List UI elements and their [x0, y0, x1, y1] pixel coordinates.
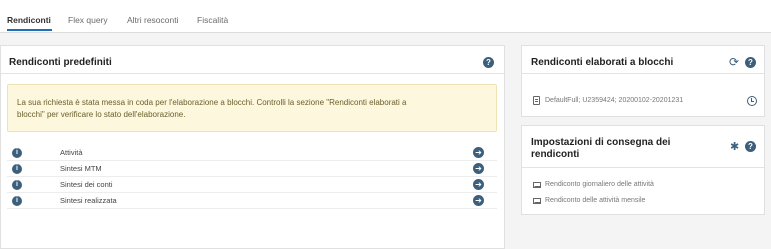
report-row-sintesi-mtm[interactable]: i Sintesi MTM ➔: [7, 161, 497, 177]
batch-help-icon[interactable]: ?: [745, 57, 756, 68]
mail-icon: [533, 198, 541, 204]
tab-fiscalita[interactable]: Fiscalità: [197, 15, 228, 25]
alert-text-line-1: La sua richiesta è stata messa in coda p…: [17, 98, 407, 107]
info-icon[interactable]: i: [12, 196, 22, 206]
tab-altri-resoconti[interactable]: Altri resoconti: [127, 15, 179, 25]
clock-icon[interactable]: [747, 96, 757, 106]
batch-reports-title: Rendiconti elaborati a blocchi: [531, 57, 674, 68]
arrow-right-icon[interactable]: ➔: [473, 195, 484, 206]
divider: [522, 73, 764, 74]
active-tab-indicator: [7, 29, 52, 31]
report-label: Sintesi dei conti: [60, 180, 113, 189]
arrow-right-icon[interactable]: ➔: [473, 179, 484, 190]
report-row-attivita[interactable]: i Attività ➔: [7, 145, 497, 161]
delivery-settings-title-line-1: Impostazioni di consegna dei: [531, 137, 671, 148]
divider: [1, 73, 504, 74]
predefined-help-icon[interactable]: ?: [483, 57, 494, 68]
tab-flex-query[interactable]: Flex query: [68, 15, 108, 25]
report-label: Attività: [60, 148, 83, 157]
divider: [522, 167, 764, 168]
batch-entry-label[interactable]: DefaultFull; U2359424; 20200102-20201231: [545, 97, 683, 104]
report-row-sintesi-conti[interactable]: i Sintesi dei conti ➔: [7, 177, 497, 193]
report-row-sintesi-realizzata[interactable]: i Sintesi realizzata ➔: [7, 193, 497, 209]
delivery-help-icon[interactable]: ?: [745, 141, 756, 152]
arrow-right-icon[interactable]: ➔: [473, 147, 484, 158]
info-icon[interactable]: i: [12, 180, 22, 190]
refresh-icon[interactable]: ⟳: [729, 56, 739, 68]
gear-icon[interactable]: ✱: [730, 141, 739, 153]
report-tabs: Rendiconti Flex query Altri resoconti Fi…: [0, 0, 771, 33]
info-icon[interactable]: i: [12, 164, 22, 174]
delivery-item-daily[interactable]: Rendiconto giornaliero delle attività: [545, 181, 654, 188]
delivery-settings-title-line-2: rendiconti: [531, 149, 580, 160]
report-label: Sintesi MTM: [60, 164, 102, 173]
mail-icon: [533, 182, 541, 188]
alert-text-line-2: blocchi" per verificare lo stato dell'el…: [17, 110, 186, 119]
tab-rendiconti[interactable]: Rendiconti: [7, 15, 51, 25]
info-icon[interactable]: i: [12, 148, 22, 158]
predefined-reports-title: Rendiconti predefiniti: [9, 57, 112, 68]
report-label: Sintesi realizzata: [60, 196, 117, 205]
delivery-item-monthly[interactable]: Rendiconto delle attività mensile: [545, 197, 645, 204]
queued-alert: La sua richiesta è stata messa in coda p…: [7, 84, 497, 132]
arrow-right-icon[interactable]: ➔: [473, 163, 484, 174]
document-icon: [533, 96, 540, 105]
